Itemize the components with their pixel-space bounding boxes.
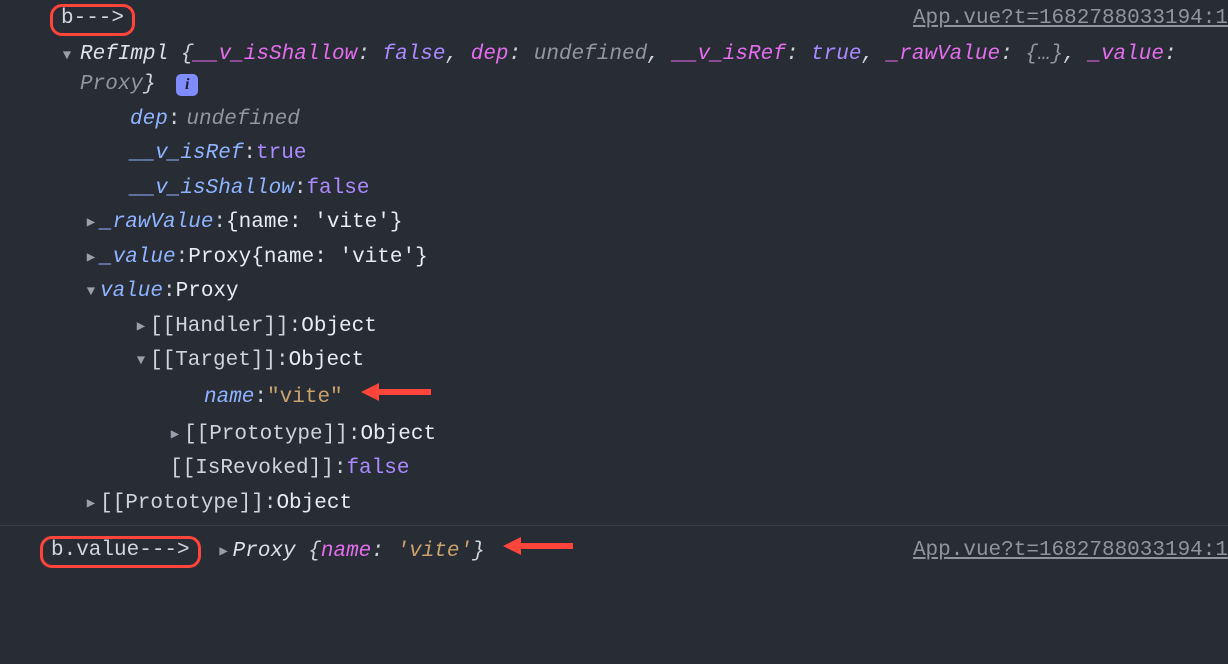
caret-right-icon[interactable]	[132, 317, 150, 337]
source-link[interactable]: App.vue?t=1682788033194:1	[913, 4, 1228, 34]
prop-row[interactable]: [[Prototype]]: Object	[0, 418, 1228, 452]
log-prefix: b--->	[61, 4, 124, 34]
prop-row[interactable]: __v_isShallow: false	[0, 172, 1228, 206]
proxy-label: Proxy	[233, 540, 296, 563]
prop-row[interactable]: dep: undefined	[0, 103, 1228, 137]
annotation-marker: b--->	[50, 4, 135, 36]
caret-right-icon[interactable]	[215, 542, 233, 562]
source-link[interactable]: App.vue?t=1682788033194:1	[913, 536, 1228, 566]
info-icon[interactable]: i	[176, 74, 198, 96]
prop-row[interactable]: [[IsRevoked]]: false	[0, 452, 1228, 486]
prop-row[interactable]: [[Prototype]]: Object	[0, 487, 1228, 521]
object-summary[interactable]: RefImpl {__v_isShallow: false, dep: unde…	[0, 38, 1228, 103]
prop-row[interactable]: _value: Proxy {name: 'vite'}	[0, 241, 1228, 275]
prop-row[interactable]: _rawValue: {name: 'vite'}	[0, 206, 1228, 240]
console-log-row: b.value---> Proxy {name: 'vite'} App.vue…	[0, 525, 1228, 569]
caret-down-icon[interactable]	[132, 351, 150, 371]
arrow-annotation-icon	[503, 534, 575, 569]
caret-right-icon[interactable]	[82, 248, 100, 268]
annotation-marker: b.value--->	[40, 536, 201, 568]
console-log-row: b---> App.vue?t=1682788033194:1	[0, 2, 1228, 38]
caret-down-icon[interactable]	[58, 46, 76, 66]
prop-row[interactable]: __v_isRef: true	[0, 137, 1228, 171]
prop-row[interactable]: [[Handler]]: Object	[0, 310, 1228, 344]
log-prefix: b.value--->	[51, 536, 190, 566]
prop-row[interactable]: value: Proxy	[0, 275, 1228, 309]
arrow-annotation-icon	[361, 380, 433, 415]
caret-right-icon[interactable]	[82, 213, 100, 233]
prop-row[interactable]: [[Target]]: Object	[0, 344, 1228, 378]
caret-right-icon[interactable]	[166, 425, 184, 445]
caret-right-icon[interactable]	[82, 494, 100, 514]
caret-down-icon[interactable]	[82, 282, 100, 302]
prop-row[interactable]: name: "vite"	[0, 378, 1228, 417]
class-name: RefImpl	[80, 43, 168, 66]
